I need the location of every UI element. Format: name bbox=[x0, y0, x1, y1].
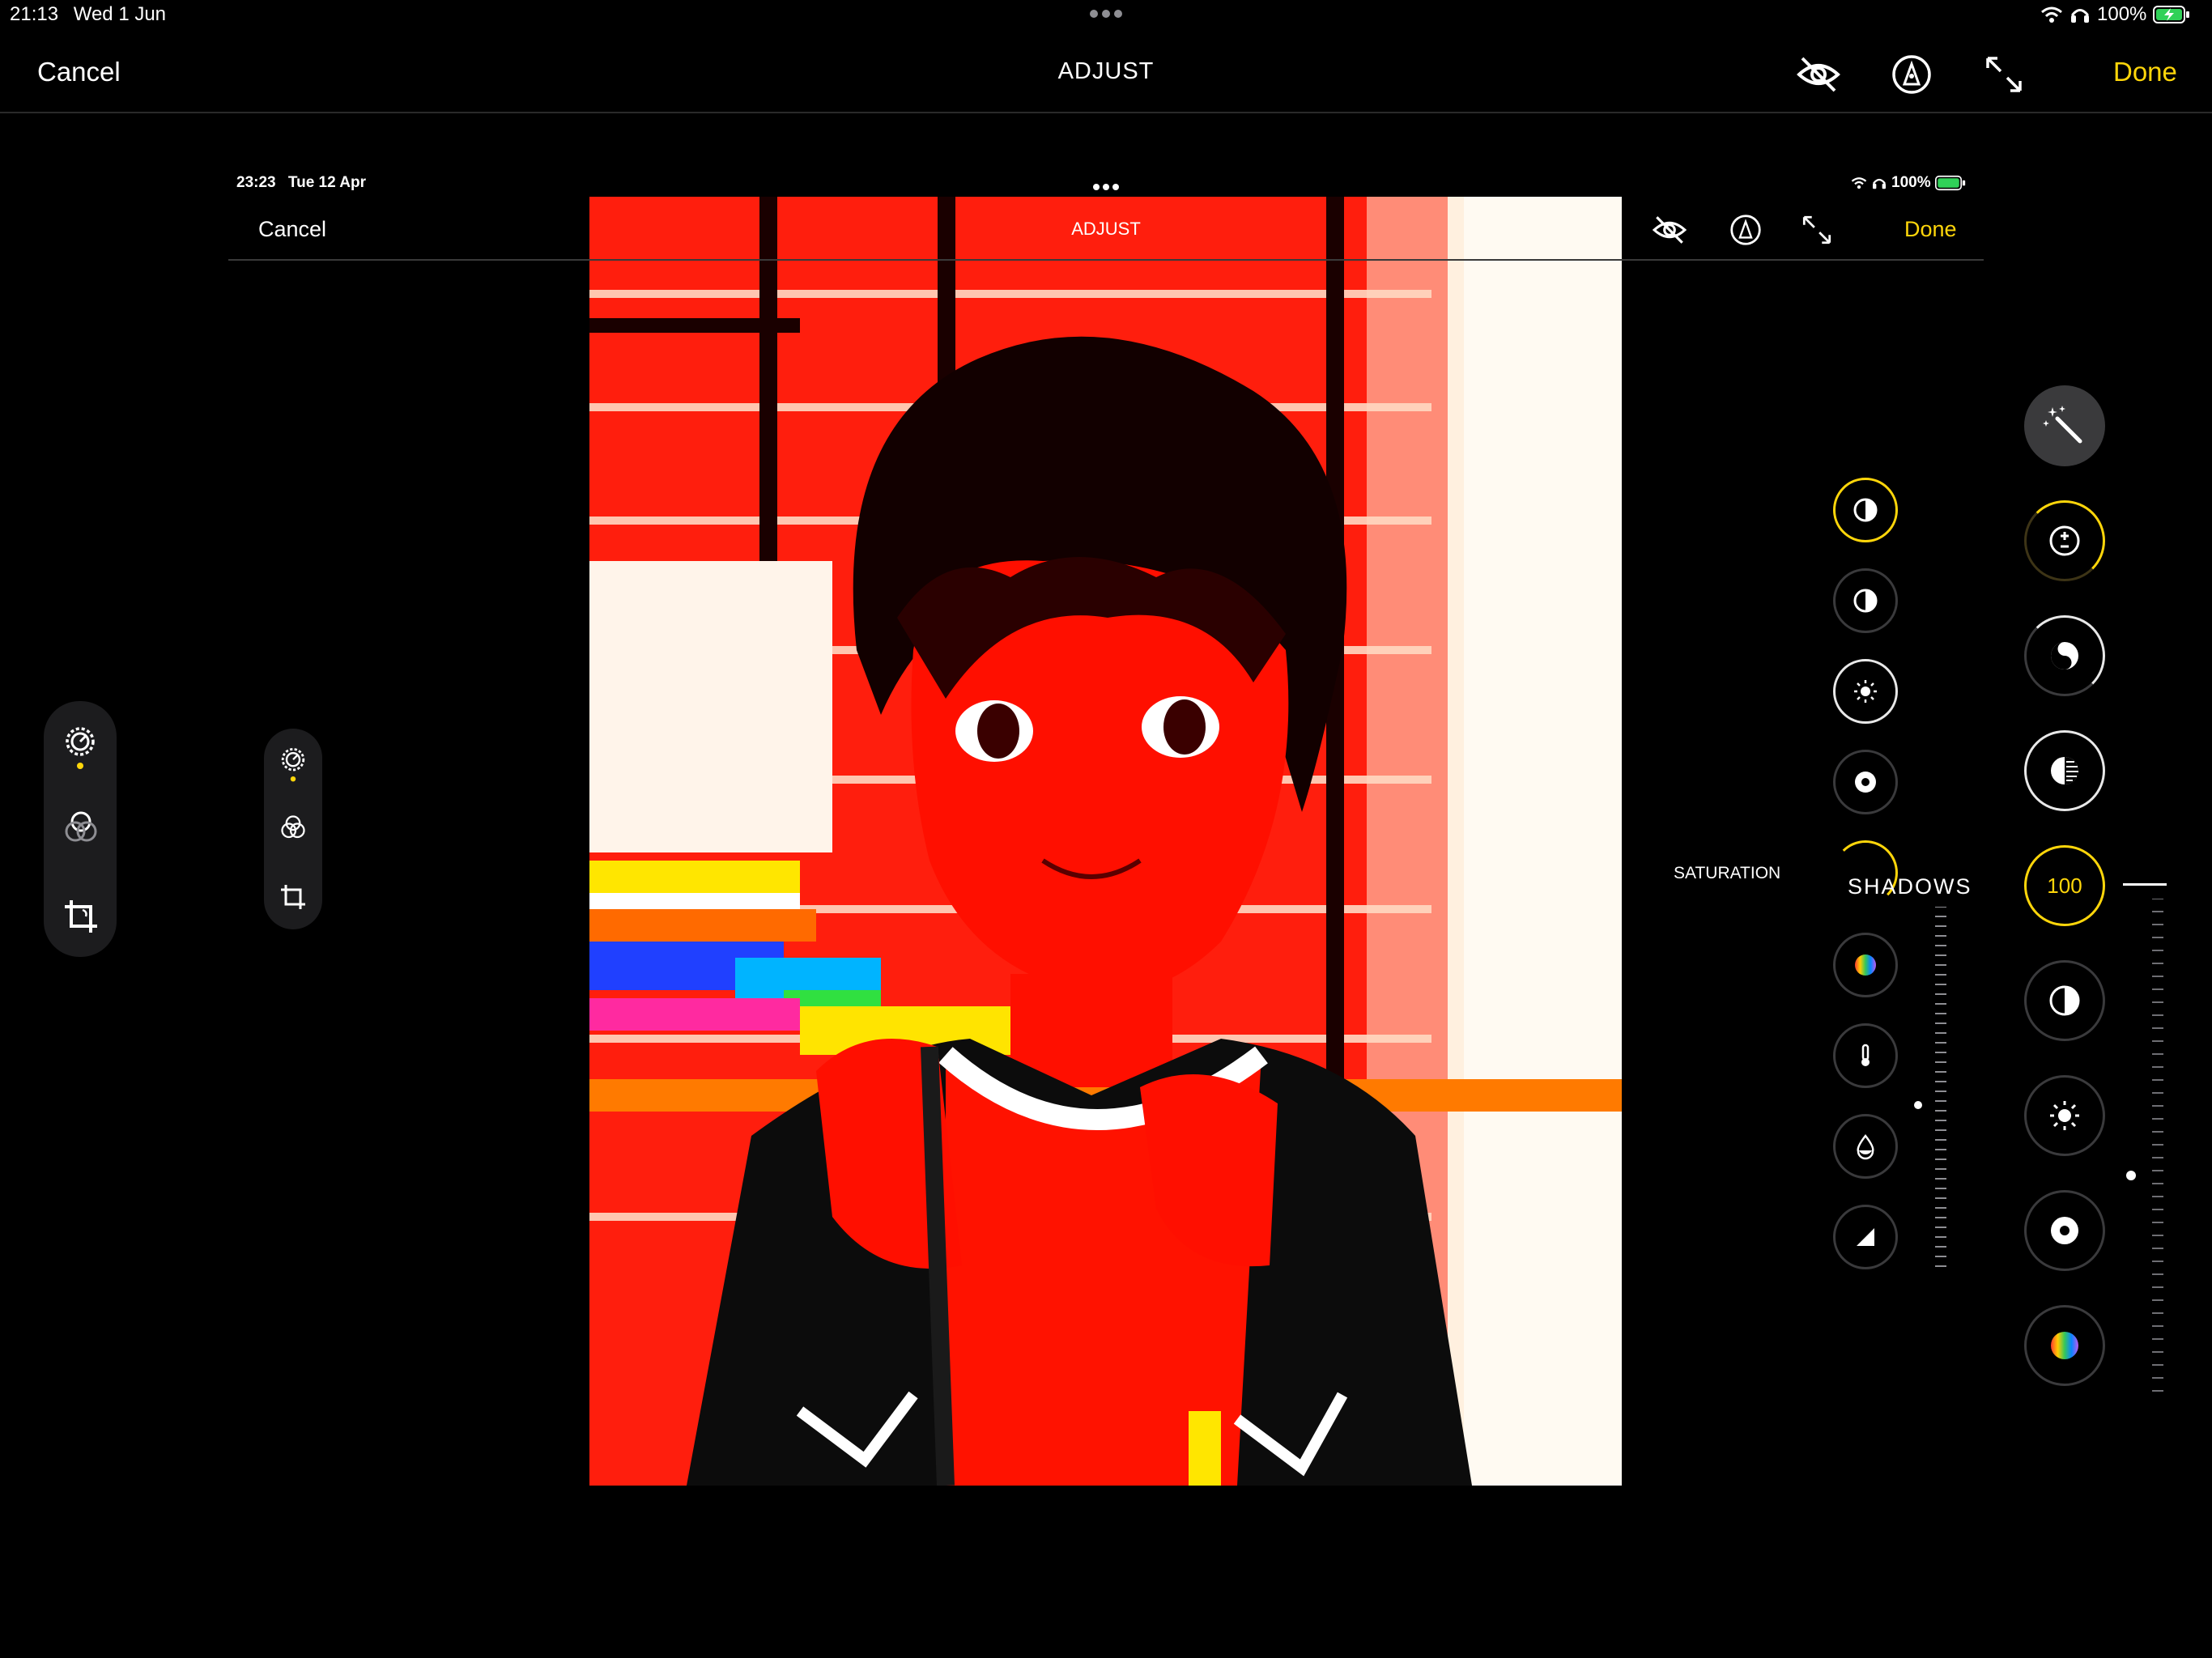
inner-wifi-icon bbox=[1851, 177, 1867, 189]
battery-percent: 100% bbox=[2097, 3, 2147, 25]
slider-zero-marker bbox=[2123, 883, 2167, 886]
crop-mode-button[interactable] bbox=[62, 897, 100, 940]
status-time: 21:13 Wed 1 Jun bbox=[10, 3, 166, 26]
brilliance-icon bbox=[1853, 498, 1878, 522]
top-divider bbox=[0, 112, 2212, 113]
inner-hide-edits-button bbox=[1652, 212, 1687, 252]
adjust-dial-icon bbox=[66, 727, 95, 769]
black-point-icon bbox=[1855, 772, 1876, 793]
inner-warmth-button bbox=[1833, 1023, 1898, 1088]
inner-brightness-button bbox=[1833, 659, 1898, 724]
expand-arrows-icon bbox=[1986, 57, 2022, 92]
inner-page-title: ADJUST bbox=[1071, 219, 1141, 239]
inner-battery-icon bbox=[1934, 175, 1965, 191]
inner-crop-icon bbox=[281, 885, 305, 909]
inner-crop-mode-button bbox=[279, 882, 308, 916]
drop-icon bbox=[1857, 1133, 1874, 1160]
markup-button[interactable] bbox=[1889, 52, 1934, 101]
inner-headphones-icon bbox=[1873, 178, 1886, 189]
inner-filters-mode-button bbox=[279, 813, 308, 846]
sharpness-icon bbox=[1857, 1228, 1874, 1246]
brightness-icon bbox=[1854, 680, 1877, 703]
status-date: Wed 1 Jun bbox=[73, 3, 167, 25]
pen-tip-icon bbox=[1892, 55, 1931, 94]
inner-cancel-button: Cancel bbox=[258, 217, 327, 241]
slider-thumb[interactable] bbox=[2126, 1171, 2136, 1180]
photo-content bbox=[589, 197, 1622, 1486]
inner-multitasking-dots bbox=[1091, 181, 1121, 196]
filters-icon bbox=[65, 811, 97, 842]
inner-expand-arrows-icon bbox=[1802, 215, 1831, 244]
inner-status-time-text: 23:23 bbox=[236, 174, 276, 191]
hide-edits-button[interactable] bbox=[1796, 52, 1841, 101]
inner-top-divider bbox=[228, 259, 1984, 261]
inner-filters-icon bbox=[281, 815, 305, 839]
contrast-button[interactable] bbox=[2024, 960, 2105, 1041]
inner-brilliance-button bbox=[1833, 478, 1898, 542]
wifi-icon bbox=[2041, 6, 2062, 23]
inner-shadows-label: SHADOWS bbox=[1848, 874, 1972, 899]
auto-magic-wand-icon bbox=[2043, 406, 2082, 444]
inner-black-point-button bbox=[1833, 750, 1898, 814]
shadows-button[interactable]: 100 bbox=[2024, 845, 2105, 926]
done-button[interactable]: Done bbox=[2113, 57, 2177, 87]
inner-done-button: Done bbox=[1904, 217, 1957, 241]
inner-battery-percent: 100% bbox=[1891, 174, 1931, 191]
thermometer-icon bbox=[1861, 1044, 1870, 1066]
black-point-icon bbox=[2051, 1217, 2078, 1244]
inner-vibrance-button bbox=[1833, 933, 1898, 997]
inner-contrast-button bbox=[1833, 568, 1898, 633]
inner-sharpness-button bbox=[1833, 1205, 1898, 1269]
inner-status-indicators: 100% bbox=[1851, 174, 1966, 192]
edited-photo[interactable] bbox=[589, 197, 1622, 1486]
battery-charging-icon bbox=[2153, 6, 2190, 23]
saturation-button[interactable] bbox=[2024, 1305, 2105, 1386]
brightness-icon bbox=[2050, 1101, 2079, 1130]
inner-adjust-mode-button bbox=[277, 743, 309, 788]
inner-eye-slash-icon bbox=[1652, 216, 1687, 244]
status-indicators: 100% bbox=[2040, 3, 2190, 26]
page-title: ADJUST bbox=[1057, 58, 1155, 84]
inner-adjustment-label: SATURATION bbox=[1674, 864, 1781, 882]
black-point-button[interactable] bbox=[2024, 1190, 2105, 1271]
contrast-icon bbox=[2049, 985, 2080, 1016]
inner-markup-button bbox=[1728, 212, 1763, 252]
inner-adjust-dial-icon bbox=[281, 748, 305, 782]
auto-enhance-button[interactable] bbox=[2024, 385, 2105, 466]
inner-fullscreen-toggle bbox=[1799, 212, 1835, 252]
inner-slider-thumb bbox=[1914, 1101, 1922, 1109]
saturation-icon bbox=[2051, 1332, 2078, 1359]
inner-pen-tip-icon bbox=[1730, 215, 1761, 245]
contrast-icon bbox=[1853, 589, 1878, 613]
brightness-button[interactable] bbox=[2024, 1075, 2105, 1156]
eye-slash-icon bbox=[1797, 57, 1840, 92]
filters-mode-button[interactable] bbox=[62, 808, 100, 851]
multitasking-dots[interactable] bbox=[1088, 8, 1124, 23]
exposure-button[interactable] bbox=[2024, 500, 2105, 581]
headphones-icon bbox=[2071, 9, 2089, 23]
inner-adjustment-slider bbox=[1935, 907, 1946, 1267]
yin-yang-icon bbox=[2051, 642, 2078, 670]
inner-status-date: Tue 12 Apr bbox=[287, 174, 366, 191]
vibrance-icon bbox=[1855, 954, 1876, 976]
exposure-icon bbox=[2049, 525, 2080, 556]
highlights-icon bbox=[2051, 757, 2078, 784]
crop-icon bbox=[65, 900, 97, 933]
inner-status-time: 23:23 Tue 12 Apr bbox=[236, 174, 366, 192]
adjust-mode-button[interactable] bbox=[60, 722, 100, 775]
highlights-button[interactable] bbox=[2024, 730, 2105, 811]
brilliance-button[interactable] bbox=[2024, 615, 2105, 696]
adjustment-slider[interactable] bbox=[2150, 899, 2165, 1401]
shadows-value: 100 bbox=[2047, 873, 2082, 898]
status-time-text: 21:13 bbox=[10, 3, 59, 25]
inner-tint-button bbox=[1833, 1114, 1898, 1179]
fullscreen-toggle[interactable] bbox=[1981, 52, 2027, 101]
